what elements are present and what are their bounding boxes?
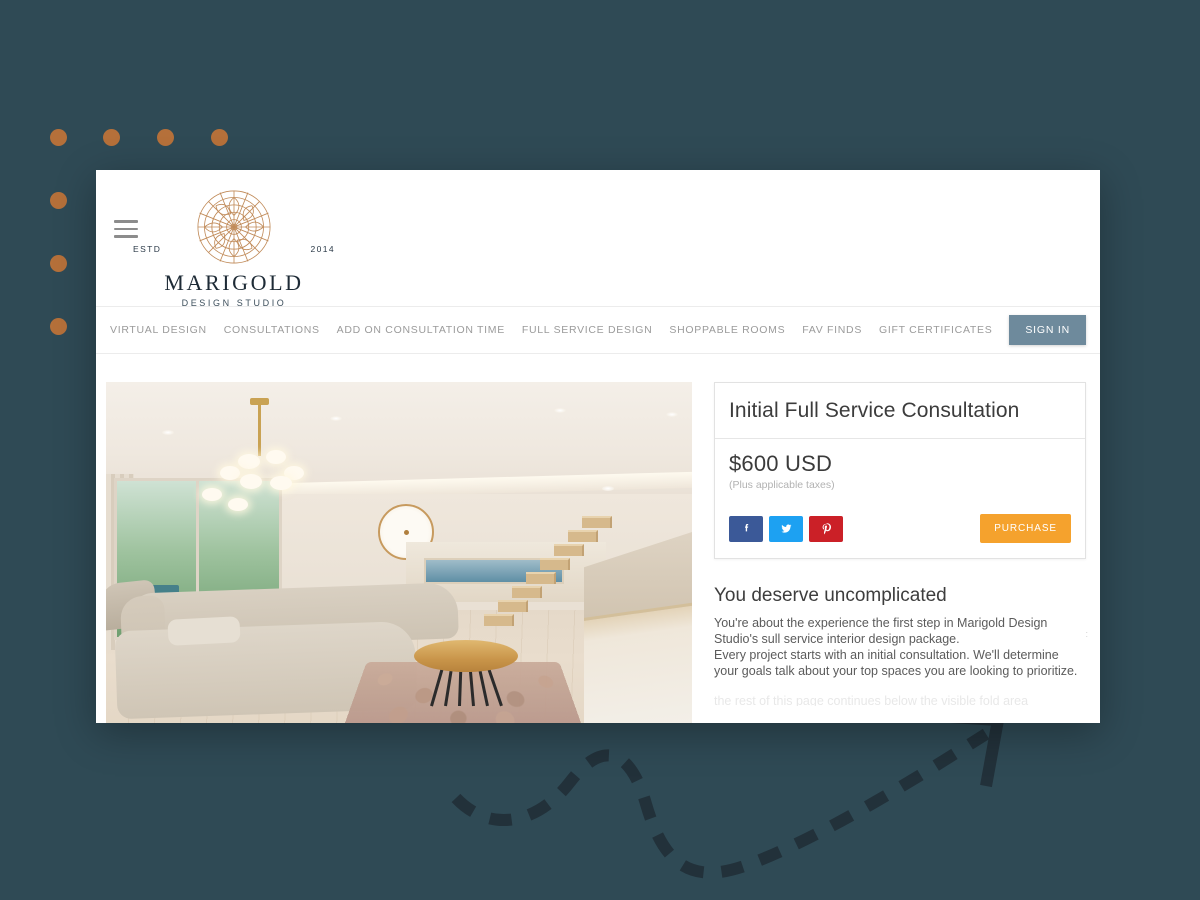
- nav-item-consultations[interactable]: CONSULTATIONS: [224, 320, 320, 340]
- main-navigation: VIRTUAL DESIGN CONSULTATIONS ADD ON CONS…: [96, 306, 1100, 354]
- logo-brand-name: MARIGOLD: [164, 270, 304, 295]
- twitter-share-button[interactable]: [769, 515, 803, 542]
- wooden-staircase: [484, 510, 634, 630]
- nav-item-fav-finds[interactable]: FAV FINDS: [802, 320, 862, 340]
- social-share-row: [729, 515, 843, 542]
- pinterest-icon: [822, 523, 831, 535]
- site-logo[interactable]: ESTD 2014 MARIGOLD DESIGN STUDIO: [129, 186, 339, 308]
- marigold-flower-icon: [197, 190, 271, 264]
- website-preview-card: ESTD 2014 MARIGOLD DESIGN STUDIO VIRTUAL…: [96, 170, 1100, 723]
- purchase-button[interactable]: PURCHASE: [980, 514, 1071, 543]
- logo-year-label: 2014: [310, 244, 335, 254]
- chandelier-bulb: [240, 474, 262, 489]
- throw-pillow: [167, 616, 241, 646]
- decorative-dot-top: [211, 129, 228, 146]
- decorative-dot-top: [50, 129, 67, 146]
- ceiling-downlight: [162, 430, 174, 435]
- product-content-row: Initial Full Service Consultation $600 U…: [96, 354, 1100, 723]
- product-price: $600 USD: [729, 451, 833, 476]
- logo-estd-label: ESTD: [133, 244, 162, 254]
- product-title: Initial Full Service Consultation: [715, 383, 1085, 439]
- gold-coffee-table-top: [414, 640, 518, 672]
- description-paragraph-2: Every project starts with an initial con…: [714, 647, 1078, 678]
- dashed-curved-arrow: [451, 710, 1006, 879]
- product-tax-note: (Plus applicable taxes): [729, 479, 835, 491]
- ceiling-downlight: [602, 486, 614, 491]
- decorative-dot-left: [50, 192, 67, 209]
- nav-item-shoppable-rooms[interactable]: SHOPPABLE ROOMS: [669, 320, 785, 340]
- nav-item-add-on-consultation-time[interactable]: ADD ON CONSULTATION TIME: [337, 320, 505, 340]
- nav-item-gift-certificates[interactable]: GIFT CERTIFICATES: [879, 320, 992, 340]
- site-header: ESTD 2014 MARIGOLD DESIGN STUDIO: [96, 170, 1100, 308]
- description-cut-off-line: the rest of this page continues below th…: [714, 693, 1029, 706]
- product-info-column: Initial Full Service Consultation $600 U…: [714, 382, 1088, 723]
- decorative-dot-left: [50, 318, 67, 335]
- facebook-share-button[interactable]: [729, 515, 763, 542]
- description-stray-marker: :: [1085, 629, 1088, 639]
- product-description: You deserve uncomplicated You're about t…: [714, 585, 1088, 706]
- ceiling-downlight: [666, 412, 678, 417]
- facebook-icon: [744, 524, 748, 532]
- decorative-dot-top: [103, 129, 120, 146]
- chandelier-bulb: [228, 498, 248, 511]
- chandelier-bulb: [238, 454, 260, 469]
- nav-item-full-service-design[interactable]: FULL SERVICE DESIGN: [522, 320, 653, 340]
- product-actions: PURCHASE: [715, 491, 1085, 558]
- pinterest-share-button[interactable]: [809, 515, 843, 542]
- product-image-column: [106, 382, 692, 723]
- ceiling-downlight: [330, 416, 342, 421]
- ceiling-downlight: [554, 408, 566, 413]
- product-purchase-card: Initial Full Service Consultation $600 U…: [714, 382, 1086, 559]
- description-heading: You deserve uncomplicated: [714, 585, 947, 606]
- chandelier-bulb: [266, 450, 286, 464]
- decorative-dot-left: [50, 255, 67, 272]
- twitter-bird-icon: [780, 524, 791, 533]
- chandelier-bulb: [220, 466, 240, 480]
- chandelier-rod: [258, 402, 261, 456]
- decorative-dot-top: [157, 129, 174, 146]
- chandelier-bulb: [202, 488, 222, 501]
- page-background: ESTD 2014 MARIGOLD DESIGN STUDIO VIRTUAL…: [0, 0, 1200, 900]
- sign-in-button[interactable]: SIGN IN: [1009, 315, 1087, 345]
- living-room-interior-image[interactable]: [106, 382, 692, 723]
- chandelier-bulb: [270, 476, 292, 490]
- kitchen-island-counter: [584, 602, 692, 723]
- nav-item-virtual-design[interactable]: VIRTUAL DESIGN: [110, 320, 207, 340]
- description-paragraph-1: You're about the experience the first st…: [714, 616, 1048, 646]
- product-price-block: $600 USD (Plus applicable taxes): [715, 439, 1085, 491]
